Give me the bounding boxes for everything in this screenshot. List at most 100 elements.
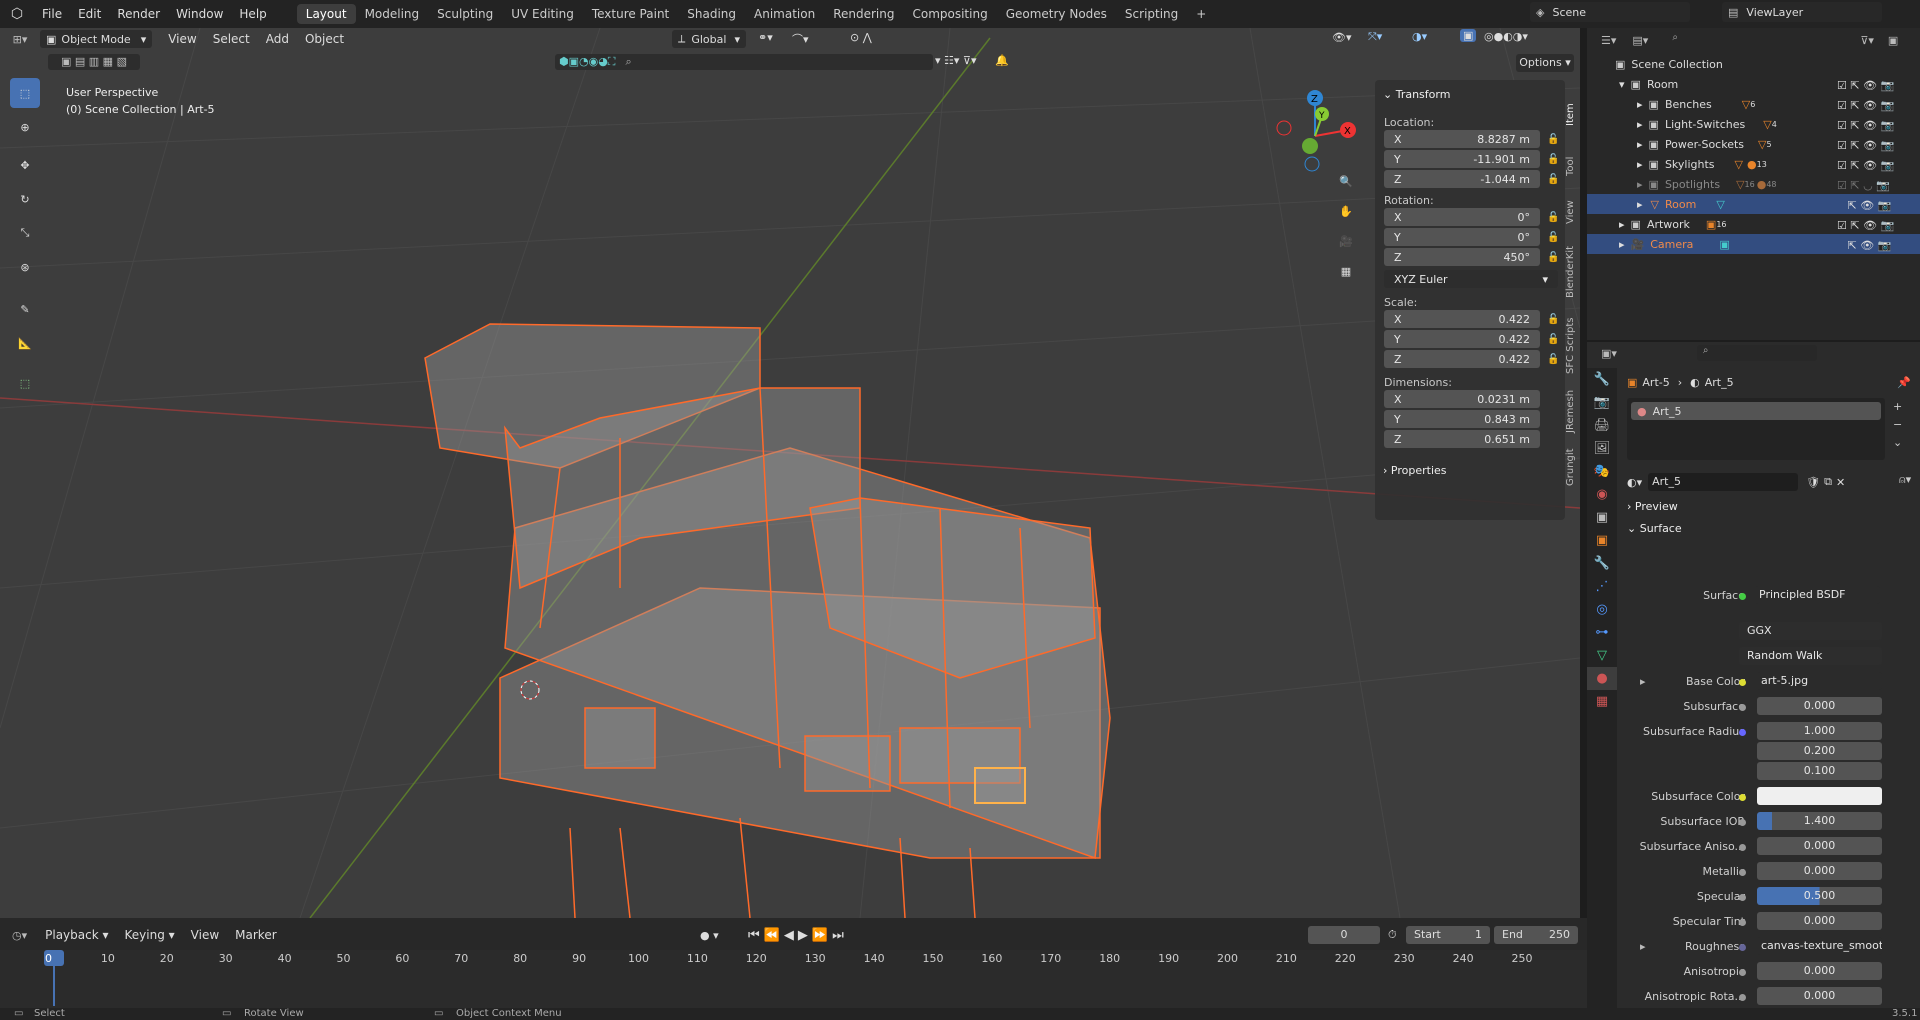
distribution-select[interactable]: GGX [1739, 622, 1882, 640]
sidebar-tab-blenderkit[interactable]: BlenderKit [1565, 238, 1579, 306]
material-datablock[interactable]: ◐▾ Art_5 🛡 ⧉ ✕ [1627, 473, 1889, 491]
physics-tab-icon[interactable]: ◎ [1587, 598, 1617, 621]
output-tab-icon[interactable]: 🖨 [1587, 414, 1617, 437]
lock-icon[interactable]: 🔓 [1547, 334, 1559, 346]
viewport-menu-object[interactable]: Object [297, 28, 352, 50]
pivot-icon[interactable]: ⚭▾ [758, 31, 773, 44]
viewport-menu-view[interactable]: View [160, 28, 204, 50]
socket-icon[interactable] [1739, 869, 1746, 876]
current-frame-field[interactable]: 0 [1308, 926, 1380, 944]
scene-selector[interactable]: ◈ Scene [1530, 2, 1690, 22]
socket-icon[interactable] [1739, 969, 1746, 976]
disclosure-icon[interactable]: ▸ [1637, 98, 1643, 111]
link-icon[interactable]: ⍝▾ [1899, 473, 1911, 487]
viewlayer-selector[interactable]: ▤ ViewLayer [1722, 2, 1882, 22]
anisotropic-field[interactable]: 0.000 [1757, 962, 1882, 980]
fake-user-icon[interactable]: 🛡 [1806, 476, 1820, 489]
pan-hand-icon[interactable]: ✋ [1334, 200, 1358, 224]
lock-icon[interactable]: 🔓 [1547, 252, 1559, 264]
constraints-tab-icon[interactable]: ⊶ [1587, 621, 1617, 644]
material-browse-icon[interactable]: ◐▾ [1627, 476, 1642, 489]
transform-orientation[interactable]: ⟂ Global ▾ [672, 30, 746, 48]
lock-icon[interactable]: 🔓 [1547, 354, 1559, 366]
tab-modeling[interactable]: Modeling [356, 4, 429, 24]
roughness-field[interactable]: canvas-texture_smoot... [1757, 937, 1882, 955]
restriction-row[interactable]: ☑ ⇱ 👁 📷 [1837, 156, 1917, 176]
anisotropic-rotation-field[interactable]: 0.000 [1757, 987, 1882, 1005]
editor-type-icon[interactable]: ⊞▾ [0, 33, 40, 46]
restriction-row[interactable]: ☑ ⇱ 👁 📷 [1837, 136, 1917, 156]
rotate-tool[interactable]: ↻ [10, 184, 40, 214]
new-collection-icon[interactable]: ▣ [1888, 34, 1898, 47]
disclosure-icon[interactable]: ▸ [1637, 138, 1643, 151]
3d-viewport[interactable]: ⊞▾ ▣ Object Mode ▾ View Select Add Objec… [0, 28, 1580, 918]
select-mode-buttons[interactable]: ▣ ▤ ▥ ▦ ▧ [48, 54, 140, 70]
subsurface-ior-field[interactable]: 1.400 [1757, 812, 1882, 830]
tab-compositing[interactable]: Compositing [903, 4, 996, 24]
timeline-menu-marker[interactable]: Marker [227, 924, 284, 946]
properties-search[interactable]: ⌕ [1696, 345, 1817, 361]
subsurface-field[interactable]: 0.000 [1757, 697, 1882, 715]
specular-tint-field[interactable]: 0.000 [1757, 912, 1882, 930]
sidebar-tab-tool[interactable]: Tool [1565, 146, 1579, 186]
sidebar-tab-view[interactable]: View [1565, 192, 1579, 232]
tab-rendering[interactable]: Rendering [824, 4, 903, 24]
display-mode-icon[interactable]: ▤▾ [1632, 34, 1648, 47]
specular-field[interactable]: 0.500 [1757, 887, 1882, 905]
properties-section-header[interactable]: › Properties [1383, 464, 1447, 477]
rotation-x-field[interactable]: X 0° [1384, 208, 1540, 226]
expand-icon[interactable]: ▸ [1640, 940, 1646, 953]
cursor-tool[interactable]: ⊕ [10, 112, 40, 142]
sidebar-tab-jremesh[interactable]: JRemesh [1565, 386, 1579, 436]
subsurface-radius-x-field[interactable]: 1.000 [1757, 722, 1882, 740]
lock-icon[interactable]: 🔓 [1547, 134, 1559, 146]
preview-range-icon[interactable]: ⏱ [1388, 928, 1397, 942]
rotation-mode-select[interactable]: XYZ Euler ▾ [1384, 270, 1558, 288]
zoom-icon[interactable]: 🔍 [1334, 170, 1358, 194]
render-tab-icon[interactable]: 📷 [1587, 391, 1617, 414]
lock-icon[interactable]: 🔓 [1547, 174, 1559, 186]
menu-file[interactable]: File [34, 4, 70, 24]
outliner-search[interactable]: ⌕ [1666, 32, 1847, 48]
disclosure-icon[interactable]: ▾ [1619, 78, 1625, 91]
blender-logo-icon[interactable]: ⬡ [0, 6, 34, 22]
scale-y-field[interactable]: Y 0.422 [1384, 330, 1540, 348]
timeline-menu-playback[interactable]: Playback ▾ [37, 924, 116, 946]
outliner-scene-collection[interactable]: ▣ Scene Collection [1587, 54, 1920, 74]
socket-icon[interactable] [1739, 593, 1746, 600]
subsurface-color-swatch[interactable] [1757, 787, 1882, 805]
timeline-menu-view[interactable]: View [183, 924, 227, 946]
move-tool[interactable]: ✥ [10, 150, 40, 180]
socket-icon[interactable] [1739, 919, 1746, 926]
mode-selector[interactable]: ▣ Object Mode ▾ [40, 30, 153, 48]
collection-tab-icon[interactable]: ▣ [1587, 506, 1617, 529]
surface-shader-field[interactable]: Principled BSDF [1755, 586, 1880, 604]
transform-tool[interactable]: ⊛ [10, 252, 40, 282]
playback-controls[interactable]: ⏮⏪◀▶⏩⏭ [748, 928, 848, 943]
socket-icon[interactable] [1739, 944, 1746, 951]
subsurface-radius-y-field[interactable]: 0.200 [1757, 742, 1882, 760]
socket-icon[interactable] [1739, 844, 1746, 851]
scene-tab-icon[interactable]: 🎭 [1587, 460, 1617, 483]
filter-icon[interactable]: ⊽▾ [1860, 34, 1874, 47]
disclosure-icon[interactable]: ▸ [1637, 198, 1643, 211]
base-color-field[interactable]: art-5.jpg [1757, 672, 1882, 690]
socket-icon[interactable] [1739, 794, 1746, 801]
rotation-z-field[interactable]: Z 450° [1384, 248, 1540, 266]
socket-icon[interactable] [1739, 729, 1746, 736]
scale-x-field[interactable]: X 0.422 [1384, 310, 1540, 328]
surface-panel-header[interactable]: ⌄ Surface [1627, 522, 1915, 535]
location-x-field[interactable]: X 8.8287 m [1384, 130, 1540, 148]
location-y-field[interactable]: Y -11.901 m [1384, 150, 1540, 168]
menu-render[interactable]: Render [109, 4, 168, 24]
select-box-tool[interactable]: ⬚ [10, 78, 40, 108]
ortho-grid-icon[interactable]: ▦ [1334, 260, 1358, 284]
restriction-row[interactable]: ☑ ⇱ ◡ 📷 [1837, 176, 1917, 196]
disclosure-icon[interactable]: ▸ [1619, 218, 1625, 231]
sidebar-tab-item[interactable]: Item [1565, 90, 1579, 140]
annotate-tool[interactable]: ✎ [10, 294, 40, 324]
tab-texture-paint[interactable]: Texture Paint [583, 4, 678, 24]
visibility-icon[interactable]: 👁▾ [1332, 31, 1352, 44]
dimensions-x-field[interactable]: X 0.0231 m [1384, 390, 1540, 408]
pin-icon[interactable]: 📌 [1897, 376, 1911, 389]
